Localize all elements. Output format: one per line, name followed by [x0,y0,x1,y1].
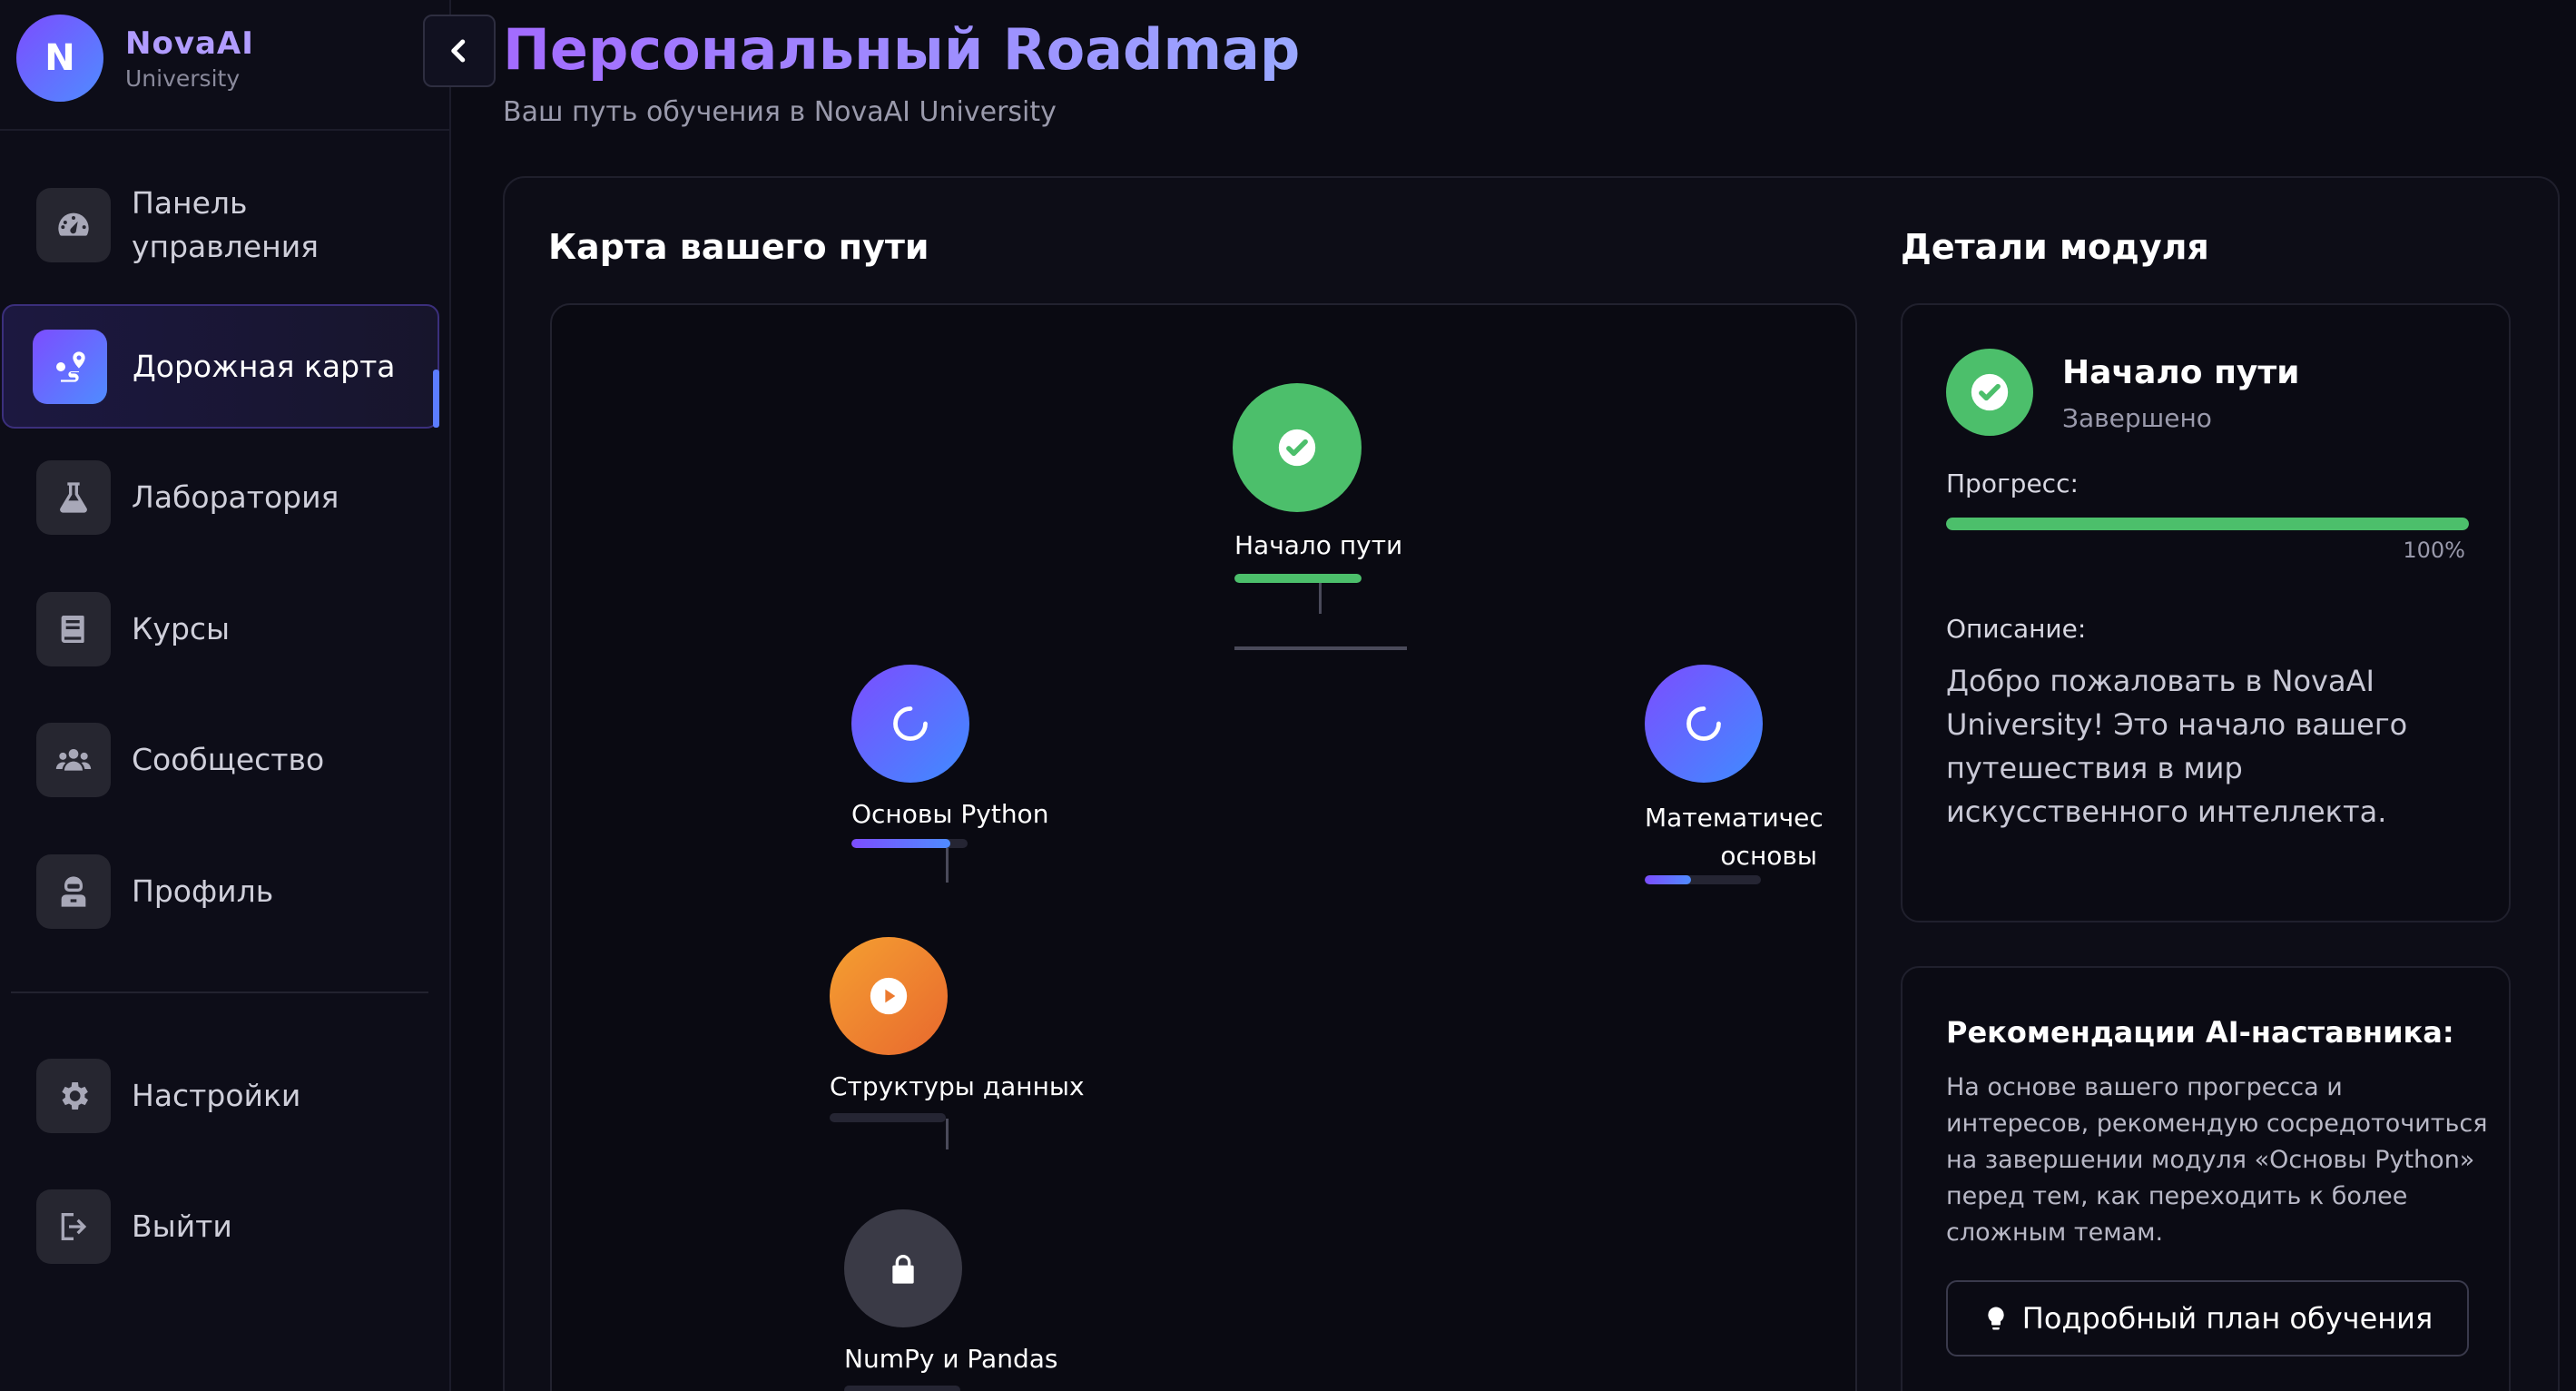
sidebar-item-label: Курсы [132,611,231,646]
collapse-sidebar-button[interactable] [423,15,496,87]
node-circle[interactable] [1233,383,1362,512]
module-progress-fill [1946,518,2469,530]
check-icon [1278,429,1316,467]
brand-name: NovaAI [125,25,254,62]
sidebar-item-label: Дорожная карта [133,348,396,384]
node-progress-bar [1645,875,1761,884]
details-title: Детали модуля [1901,227,2209,267]
progress-label: Прогресс: [1946,469,2079,498]
node-circle[interactable] [851,665,969,783]
spinner-icon [1686,706,1721,741]
logout-icon [36,1189,111,1264]
recommendations-title: Рекомендации AI-наставника: [1946,1015,2454,1050]
module-name: Начало пути [2062,354,2300,391]
node-circle[interactable] [844,1209,962,1327]
check-icon [1971,373,2009,411]
spinner-icon [893,706,928,741]
sidebar-item-label: Панель управления [132,185,319,264]
brand-subtitle: University [125,65,241,92]
page-title: Персональный Roadmap [503,16,1301,83]
page-subtitle: Ваш путь обучения в NovaAI University [503,96,1057,128]
node-progress-bar [830,1113,946,1122]
users-icon [36,723,111,797]
lock-icon [892,1255,914,1284]
sidebar-item-roadmap[interactable]: Дорожная карта [2,304,439,429]
sidebar: N NovaAI University Панель управления До… [0,0,451,1391]
node-progress-fill [1234,574,1362,583]
sidebar-item-label: Сообщество [132,742,325,777]
route-icon [33,329,107,404]
module-description: Добро пожаловать в NovaAI University! Эт… [1946,664,2408,829]
node-circle[interactable] [1645,665,1763,783]
node-label: Математичес основы [1645,803,1824,871]
flask-icon [36,460,111,535]
gauge-icon [36,188,111,262]
book-icon [36,592,111,666]
sidebar-item-logout[interactable]: Выйти [0,1165,439,1288]
ai-recommendations-card: Рекомендации AI-наставника: На основе ва… [1901,966,2511,1391]
node-progress-bar [851,839,968,848]
learning-plan-button[interactable]: Подробный план обучения [1946,1280,2469,1356]
recommendations-text: На основе вашего прогресса и интересов, … [1946,1073,2488,1247]
sidebar-item-label: Выйти [132,1208,232,1244]
astronaut-icon [36,854,111,929]
sidebar-item-settings[interactable]: Настройки [0,1034,439,1158]
chevron-left-icon [451,39,466,63]
active-indicator [433,370,439,428]
play-icon [870,977,908,1015]
brand[interactable]: N NovaAI University [16,13,434,102]
sidebar-item-community[interactable]: Сообщество [0,698,439,822]
node-progress-fill [851,839,950,848]
module-details-card: Начало пути Завершено Прогресс: 100% Опи… [1901,303,2511,922]
module-status: Завершено [2062,403,2212,433]
connector-line [946,1119,949,1149]
sidebar-item-profile[interactable]: Профиль [0,830,439,953]
sidebar-item-label: Лаборатория [132,479,339,515]
sidebar-divider [0,129,451,131]
map-title: Карта вашего пути [548,227,929,267]
progress-percent: 100% [2403,538,2465,563]
node-progress-fill [1645,875,1692,884]
module-progress-bar [1946,518,2469,530]
description-label: Описание: [1946,614,2087,644]
node-label: Структуры данных [830,1071,1085,1101]
connector-line [1319,577,1322,614]
sidebar-item-label: Настройки [132,1078,301,1113]
connector-line [1234,646,1407,650]
node-progress-bar [844,1386,960,1391]
node-progress-bar [1234,574,1362,583]
app-root: N NovaAI University Панель управления До… [0,0,2576,1391]
sidebar-item-dashboard[interactable]: Панель управления [0,163,439,287]
node-label: Начало пути [1234,530,1403,560]
lightbulb-icon [1988,1307,2004,1330]
sidebar-item-lab[interactable]: Лаборатория [0,436,439,559]
status-circle [1946,349,2033,436]
brand-logo: N [16,15,103,102]
roadmap-map[interactable]: Начало пути Основы Python Математичес ос… [550,303,1857,1391]
learning-plan-button-label: Подробный план обучения [2021,1301,2433,1336]
node-label: NumPy и Pandas [844,1344,1058,1374]
sidebar-divider [11,991,428,993]
node-label: Основы Python [851,799,1049,829]
sidebar-item-label: Профиль [132,873,274,909]
gear-icon [36,1059,111,1133]
sidebar-item-courses[interactable]: Курсы [0,567,439,691]
connector-line [946,846,949,883]
node-circle[interactable] [830,937,948,1055]
